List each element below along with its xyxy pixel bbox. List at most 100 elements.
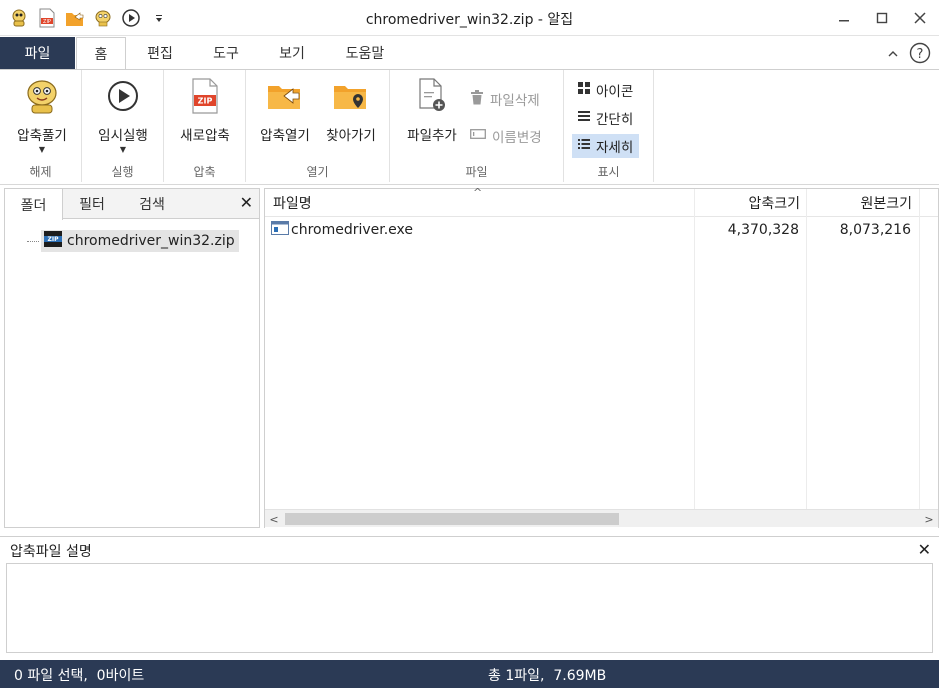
play-circle-icon [103,76,143,116]
rename-button[interactable]: 이름변경 [470,124,542,148]
tab-filter[interactable]: 필터 [63,189,121,219]
minimize-button[interactable] [825,0,863,36]
column-header-name[interactable]: 파일명 [273,189,693,217]
column-header-compressed-size[interactable]: 압축크기 [695,189,800,217]
group-compress-title: 압축 [193,165,216,179]
dropdown-arrow-icon[interactable]: ▼ [39,145,45,154]
help-icon[interactable]: ? [909,42,931,68]
original-size-cell: 8,073,216 [839,222,911,238]
new-compress-label: 새로압축 [180,128,230,144]
extract-label: 압축풀기 [17,128,67,144]
tab-search[interactable]: 검색 [121,189,183,219]
close-button[interactable] [901,0,939,36]
add-file-button[interactable]: 파일추가 [400,76,464,144]
tab-tools[interactable]: 도구 [200,37,252,69]
add-file-label: 파일추가 [407,128,457,144]
group-open-title: 열기 [306,165,329,179]
delete-file-label: 파일삭제 [490,93,540,109]
rename-icon [470,128,486,144]
column-header-original-size[interactable]: 원본크기 [807,189,912,217]
group-file-title: 파일 [465,165,488,179]
tab-view[interactable]: 보기 [266,37,318,69]
compressed-size-cell: 4,370,328 [727,222,799,238]
horizontal-scrollbar[interactable]: < > [265,509,938,527]
status-selection: 0 파일 선택, 0바이트 [14,668,145,684]
group-file: 파일추가 파일삭제 이름변경 파일 [390,70,564,182]
tree-item-archive[interactable]: ZIP chromedriver_win32.zip [27,230,239,252]
title-bar: ZIP chromedriver_win32.zip - 알집 [0,0,939,36]
go-to-location-label: 찾아가기 [326,128,376,144]
grid-icon [578,82,590,98]
ribbon-tabs: 파일 홈 편집 도구 보기 도움말 ? [0,37,939,70]
group-run: 임시실행 ▼ 실행 [82,70,164,182]
archive-description-label: 압축파일 설명 [10,544,92,560]
tree-item-label: chromedriver_win32.zip [67,233,235,249]
maximize-button[interactable] [863,0,901,36]
folder-panel-tabs: 폴더 필터 검색 ✕ [5,189,259,220]
group-compress: ZIP 새로압축 압축 [164,70,246,182]
open-archive-button[interactable]: 압축열기 [252,76,318,144]
open-archive-label: 압축열기 [260,128,310,144]
trash-icon [470,89,484,109]
archive-description-header: 압축파일 설명 ✕ [0,536,939,562]
exe-icon [271,221,289,239]
window-title: chromedriver_win32.zip - 알집 [365,12,574,28]
view-detail-label: 자세히 [596,140,634,156]
details-icon [578,138,590,154]
delete-file-button[interactable]: 파일삭제 [470,87,540,111]
extract-button[interactable]: 압축풀기 ▼ [12,76,72,154]
svg-text:ZIP: ZIP [198,97,213,106]
close-description-icon[interactable]: ✕ [918,540,931,559]
tab-edit[interactable]: 편집 [134,37,186,69]
scroll-right-button[interactable]: > [920,510,938,528]
ribbon: 압축풀기 ▼ 해제 임시실행 ▼ 실행 ZIP 새로압축 압축 압축열기 찾아가… [0,69,939,185]
tree-connector [27,240,39,242]
scrollbar-thumb[interactable] [285,513,619,525]
rename-label: 이름변경 [492,130,542,146]
view-detail-button[interactable]: 자세히 [572,134,640,158]
group-display: 아이콘 간단히 자세히 표시 [564,70,654,182]
group-display-title: 표시 [597,165,620,179]
new-compress-button[interactable]: ZIP 새로압축 [175,76,235,144]
list-icon [578,110,590,126]
file-list-header: ^ 파일명 압축크기 원본크기 [265,186,938,217]
extract-mascot-icon [22,76,62,116]
scroll-left-button[interactable]: < [265,510,283,528]
group-extract-title: 해제 [29,165,52,179]
tab-home[interactable]: 홈 [76,37,126,70]
close-panel-icon[interactable]: ✕ [240,193,253,212]
ribbon-help-area: ? [887,42,931,68]
group-run-title: 실행 [111,165,134,179]
file-name-cell: chromedriver.exe [271,219,413,241]
file-name: chromedriver.exe [291,222,414,238]
tab-file[interactable]: 파일 [0,37,75,69]
open-folder-icon [265,76,305,116]
group-open: 압축열기 찾아가기 열기 [246,70,390,182]
temp-run-label: 임시실행 [98,128,148,144]
view-simple-label: 간단히 [596,112,634,128]
file-list: ^ 파일명 압축크기 원본크기 chromedriver.exe 4,370,3… [264,186,939,528]
go-to-location-button[interactable]: 찾아가기 [320,76,382,144]
status-total: 총 1파일, 7.69MB [488,668,607,684]
window-controls [825,0,939,36]
temp-run-button[interactable]: 임시실행 ▼ [93,76,153,154]
add-file-icon [412,76,452,116]
svg-text:ZIP: ZIP [48,236,60,243]
view-icons-button[interactable]: 아이콘 [578,78,633,102]
zip-icon: ZIP [43,230,63,252]
tab-folders[interactable]: 폴더 [5,189,63,220]
tree-item-selected[interactable]: ZIP chromedriver_win32.zip [41,230,239,252]
archive-description-box[interactable] [6,563,933,653]
status-bar: 0 파일 선택, 0바이트 총 1파일, 7.69MB [0,660,939,688]
view-simple-button[interactable]: 간단히 [578,106,633,130]
view-icons-label: 아이콘 [596,84,634,100]
folder-location-icon [331,76,371,116]
tab-help[interactable]: 도움말 [332,37,398,69]
group-extract: 압축풀기 ▼ 해제 [0,70,82,182]
zip-file-icon: ZIP [185,76,225,116]
svg-text:?: ? [917,47,924,62]
collapse-ribbon-icon[interactable] [887,48,899,63]
folder-panel: 폴더 필터 검색 ✕ ZIP chromedriver_win32.zip [4,188,260,528]
dropdown-arrow-icon[interactable]: ▼ [120,145,126,154]
table-row[interactable]: chromedriver.exe 4,370,328 8,073,216 [265,219,938,241]
